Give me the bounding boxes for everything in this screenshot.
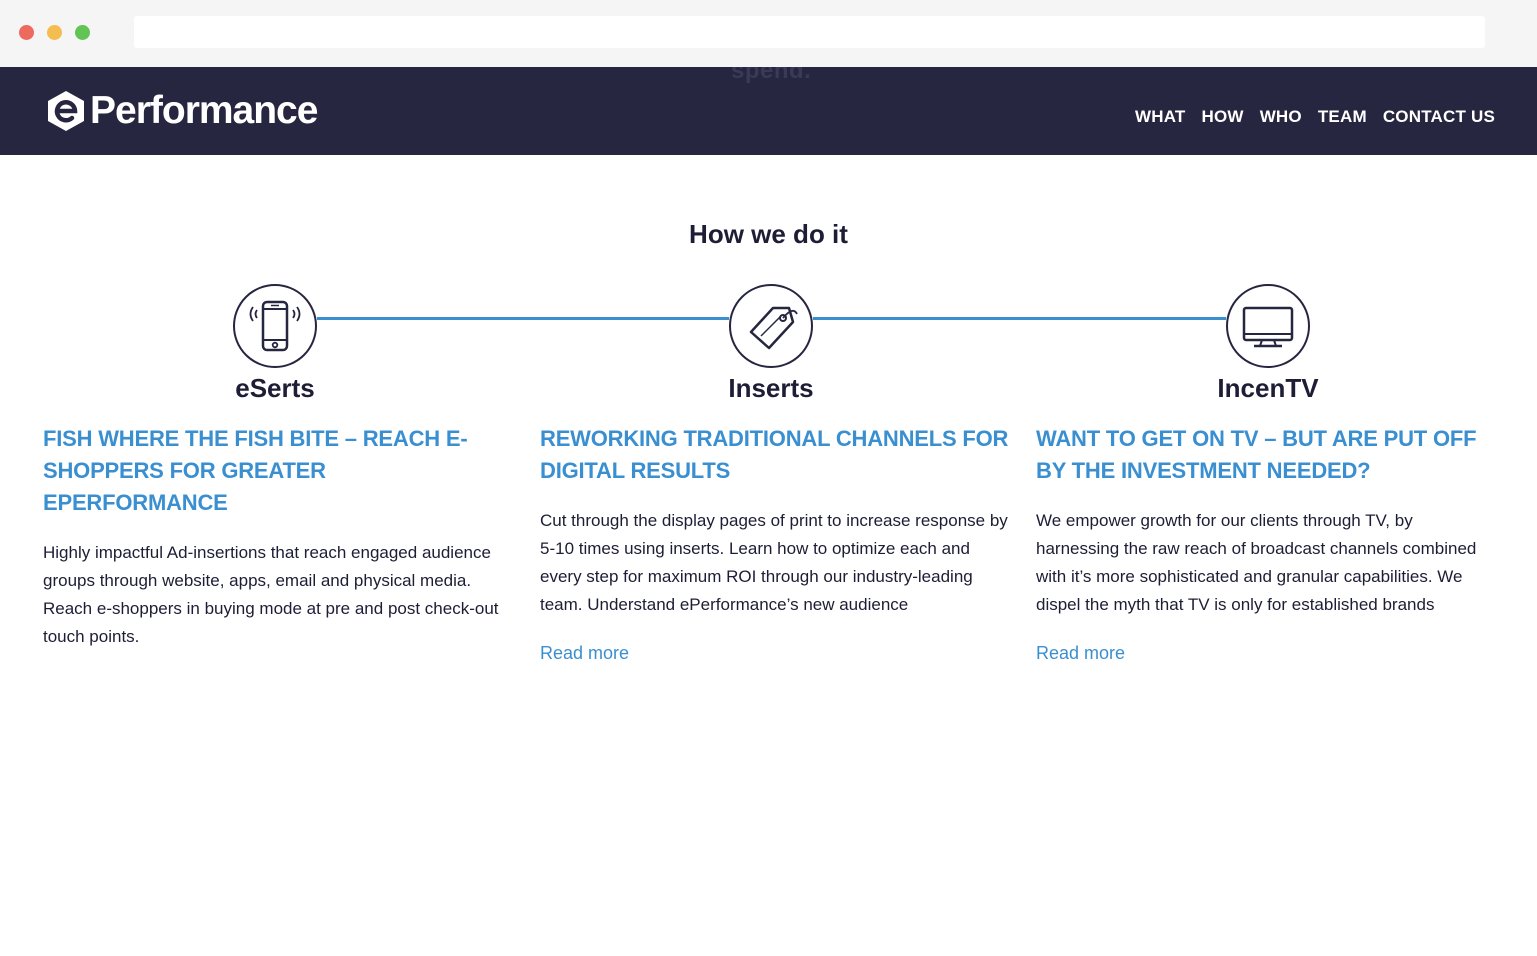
incentv-icon-circle [1226, 284, 1310, 368]
eserts-icon-circle [233, 284, 317, 368]
address-bar[interactable] [134, 16, 1485, 48]
window-minimize-button[interactable] [47, 25, 62, 40]
read-more-link[interactable]: Read more [540, 643, 629, 664]
browser-chrome [0, 0, 1537, 67]
column-inserts: REWORKING TRADITIONAL CHANNELS FOR DIGIT… [540, 423, 1010, 664]
logo[interactable]: Performance [46, 89, 318, 133]
section-title: How we do it [689, 219, 848, 249]
column-heading: FISH WHERE THE FISH BITE – REACH E-SHOPP… [43, 426, 468, 515]
column-title-inserts: Inserts [728, 373, 814, 403]
column-body: Cut through the display pages of print t… [540, 511, 1008, 614]
tv-monitor-icon [1242, 306, 1294, 348]
nav-item-contact-us[interactable]: CONTACT US [1383, 107, 1495, 127]
nav-item-who[interactable]: WHO [1260, 107, 1302, 127]
column-heading: WANT TO GET ON TV – BUT ARE PUT OFF BY T… [1036, 426, 1477, 483]
window-maximize-button[interactable] [75, 25, 90, 40]
column-title-incentv: IncenTV [1217, 373, 1319, 403]
timeline-connector [317, 317, 729, 320]
window-close-button[interactable] [19, 25, 34, 40]
inserts-icon-circle [729, 284, 813, 368]
column-body: Highly impactful Ad-insertions that reac… [43, 543, 499, 646]
timeline-connector [813, 317, 1226, 320]
column-body: We empower growth for our clients throug… [1036, 511, 1477, 614]
column-eserts: FISH WHERE THE FISH BITE – REACH E-SHOPP… [43, 423, 513, 651]
tag-icon [749, 306, 798, 350]
logo-e-icon [48, 91, 84, 131]
column-title-eserts: eSerts [235, 373, 315, 403]
scrolled-text-fragment: spend. [731, 67, 812, 84]
nav-item-team[interactable]: TEAM [1318, 107, 1367, 127]
site-header: spend. Performance WHAT HOW WHO TEAM CON… [0, 67, 1537, 155]
main-nav: WHAT HOW WHO TEAM CONTACT US [1135, 107, 1495, 127]
nav-item-how[interactable]: HOW [1202, 107, 1244, 127]
smartphone-icon [249, 300, 301, 352]
column-incentv: WANT TO GET ON TV – BUT ARE PUT OFF BY T… [1036, 423, 1496, 664]
logo-text: Performance [90, 89, 318, 132]
column-heading: REWORKING TRADITIONAL CHANNELS FOR DIGIT… [540, 426, 1009, 483]
read-more-link[interactable]: Read more [1036, 643, 1125, 664]
nav-item-what[interactable]: WHAT [1135, 107, 1186, 127]
